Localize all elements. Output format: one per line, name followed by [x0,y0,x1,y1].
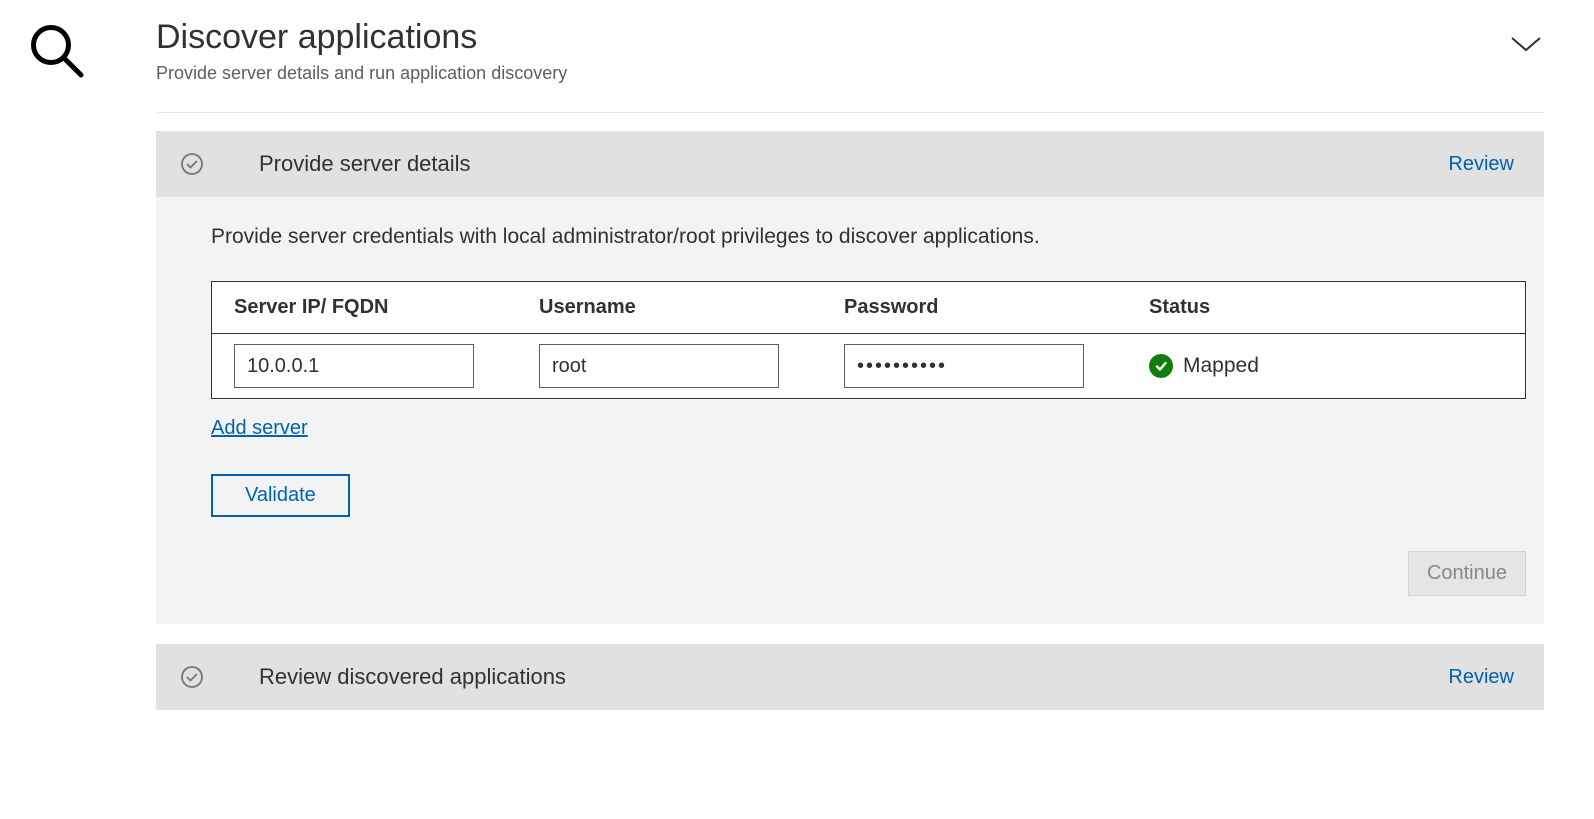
server-table: Server IP/ FQDN Username Password Status [211,281,1526,399]
col-header-status: Status [1149,296,1525,319]
check-circle-icon [180,665,204,689]
step-review-discovered-apps: Review discovered applications Review [156,644,1544,710]
col-header-password: Password [844,296,1149,319]
username-input[interactable] [539,344,779,388]
check-circle-icon [180,152,204,176]
review-link[interactable]: Review [1448,666,1514,689]
page-header: Discover applications Provide server det… [156,18,1544,113]
validate-button[interactable]: Validate [211,474,350,517]
step-header: Provide server details Review [156,131,1544,197]
page-title: Discover applications [156,18,567,57]
add-server-link[interactable]: Add server [211,417,308,440]
chevron-down-icon [1508,32,1544,56]
status-text: Mapped [1183,354,1259,378]
collapse-toggle[interactable] [1508,32,1544,56]
password-input[interactable] [844,344,1084,388]
server-ip-input[interactable] [234,344,474,388]
status-cell: Mapped [1149,354,1525,378]
col-header-username: Username [539,296,844,319]
page-subtitle: Provide server details and run applicati… [156,63,567,84]
instruction-text: Provide server credentials with local ad… [211,225,1526,249]
success-icon [1149,354,1173,378]
step-title: Provide server details [259,151,1448,177]
search-icon [26,20,86,80]
step-provide-server-details: Provide server details Review Provide se… [156,131,1544,624]
step-title: Review discovered applications [259,664,1448,690]
table-header-row: Server IP/ FQDN Username Password Status [212,282,1525,334]
review-link[interactable]: Review [1448,153,1514,176]
step-header: Review discovered applications Review [156,644,1544,710]
continue-button[interactable]: Continue [1408,551,1526,596]
step-body: Provide server credentials with local ad… [156,197,1544,624]
col-header-ip: Server IP/ FQDN [234,296,539,319]
table-row: Mapped [212,334,1525,398]
